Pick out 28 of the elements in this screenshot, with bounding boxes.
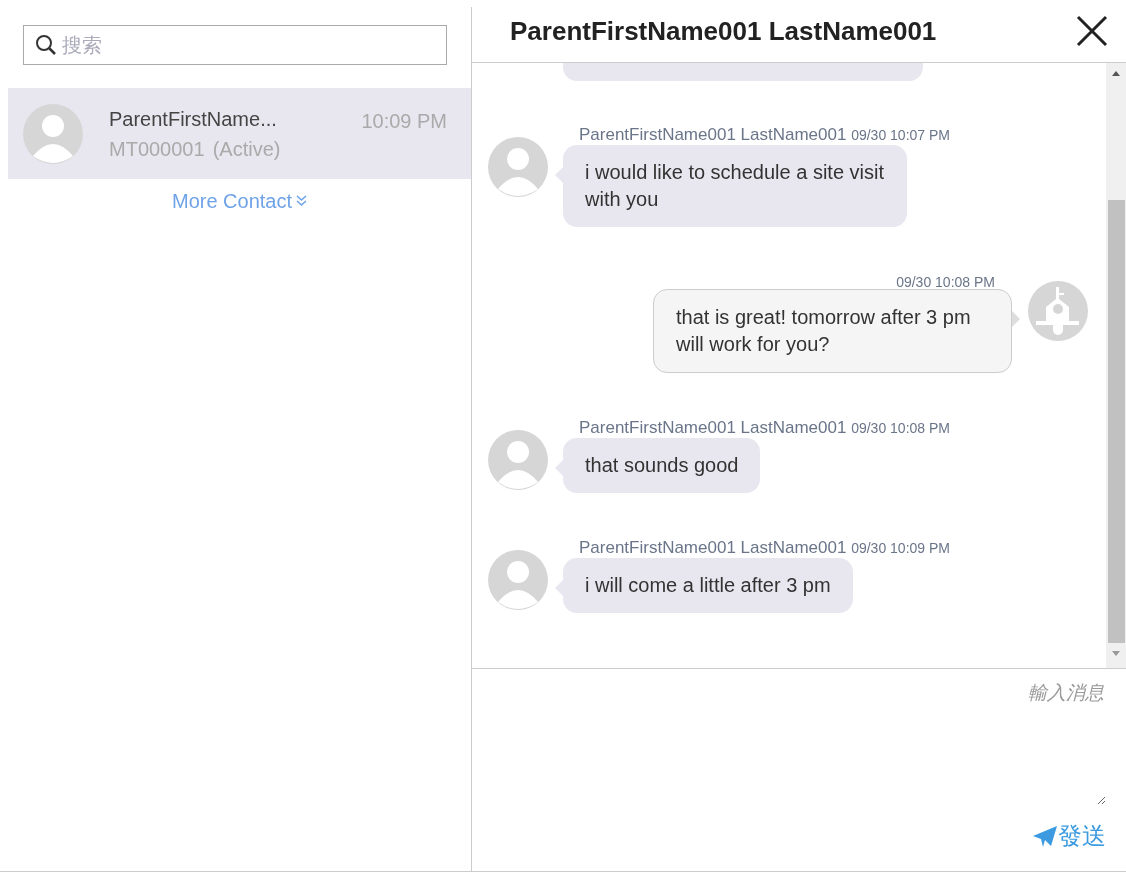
paper-plane-icon — [1032, 824, 1058, 848]
scrollbar[interactable] — [1106, 63, 1126, 668]
message-bubble: i would like to schedule a site visit with you — [563, 145, 907, 227]
send-button[interactable]: 發送 — [1032, 818, 1106, 854]
message-bubble: that sounds good — [563, 438, 761, 493]
school-icon — [1028, 281, 1088, 341]
avatar-icon — [488, 550, 548, 610]
message-time: 09/30 10:08 PM — [896, 274, 995, 290]
avatar-icon — [23, 103, 83, 164]
avatar-icon — [488, 430, 548, 490]
message-meta: ParentFirstName001 LastName001 09/30 10:08 PM — [578, 418, 951, 438]
message-meta: ParentFirstName001 LastName001 09/30 10:07 PM — [578, 125, 951, 145]
avatar-icon — [488, 137, 548, 197]
message-meta: ParentFirstName001 LastName001 09/30 10:09 PM — [578, 538, 951, 558]
chat-title: ParentFirstName001 LastName001 — [510, 14, 937, 48]
message-bubble: i will come a little after 3 pm — [563, 558, 853, 613]
message-bubble: that is great! tomorrow after 3 pm will work for you? — [653, 289, 1012, 373]
close-button[interactable] — [1076, 15, 1108, 47]
more-contact-link[interactable]: More Contact — [171, 186, 293, 216]
contact-name: ParentFirstName... — [109, 106, 278, 132]
contact-time: 10:09 PM — [361, 108, 447, 134]
search-field[interactable]: 搜索 — [23, 25, 447, 65]
close-icon — [1076, 15, 1108, 47]
double-chevron-icon[interactable] — [296, 195, 308, 207]
bubble-tail — [1012, 311, 1020, 327]
contact-status: (Active) — [212, 136, 281, 162]
contact-item[interactable]: ParentFirstName... MT000001 (Active) 10:09 PM — [8, 88, 471, 179]
contact-id: MT000001 — [109, 136, 205, 162]
